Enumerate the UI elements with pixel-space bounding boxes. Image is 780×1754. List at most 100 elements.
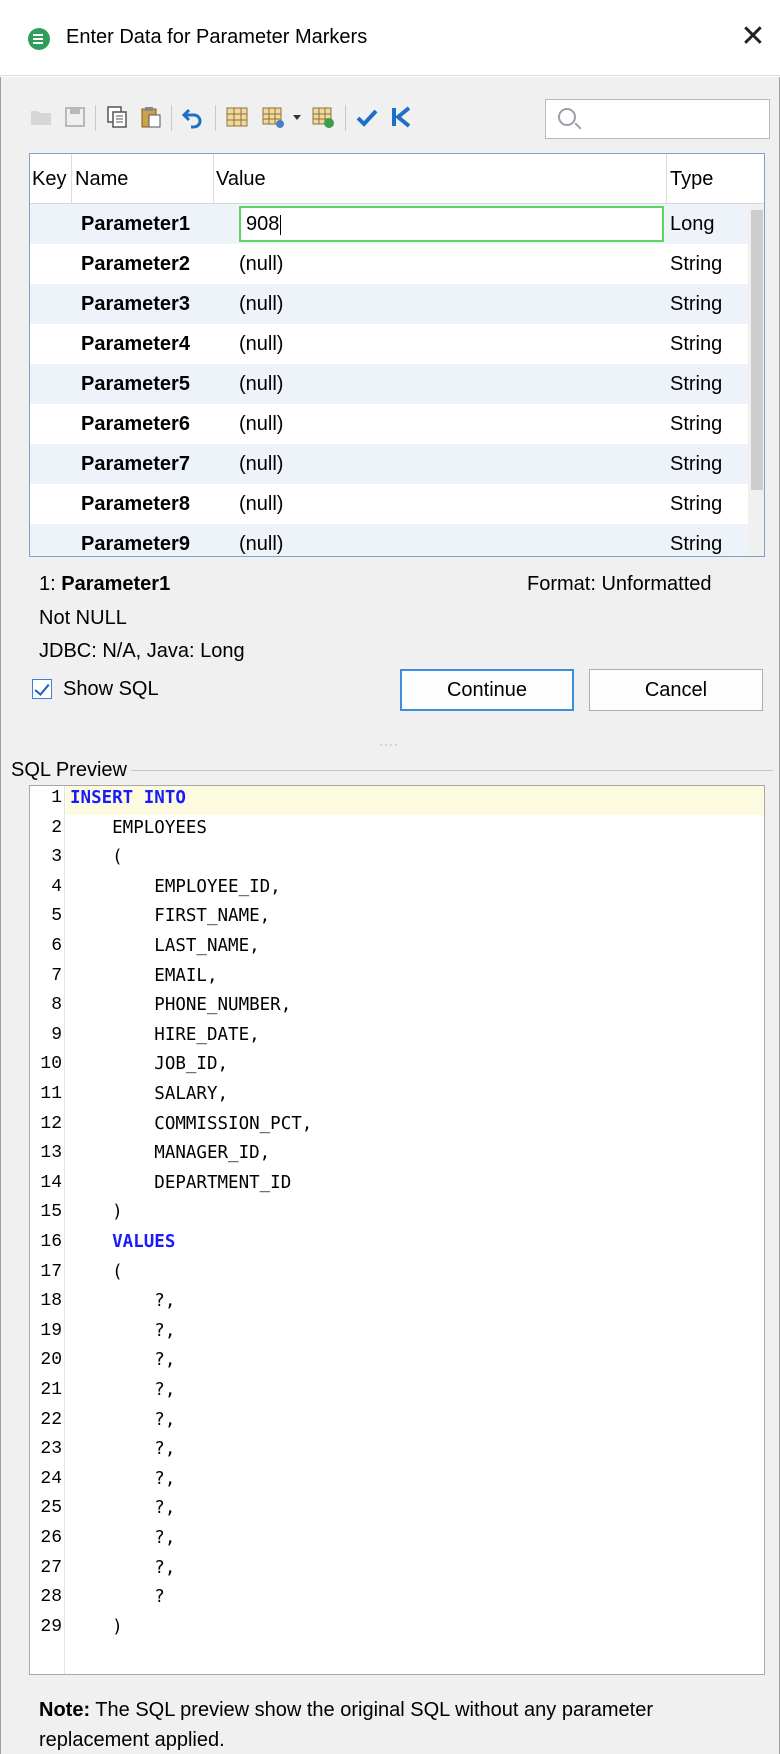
note-bold: Note:: [39, 1699, 91, 1721]
header-key[interactable]: Key: [32, 168, 66, 191]
param-type: Long: [670, 213, 715, 235]
line-number: 13: [40, 1143, 62, 1164]
param-value[interactable]: (null): [239, 493, 283, 516]
cancel-button[interactable]: Cancel: [589, 669, 763, 711]
code-line: EMPLOYEE_ID,: [70, 876, 281, 897]
value-editor[interactable]: 908: [239, 206, 664, 242]
code-line: ?,: [70, 1409, 176, 1430]
continue-button[interactable]: Continue: [400, 669, 574, 711]
param-type: String: [670, 533, 723, 555]
code-line: ?,: [70, 1468, 176, 1489]
open-folder-icon[interactable]: [29, 105, 53, 129]
param-value[interactable]: (null): [239, 333, 283, 356]
table-row[interactable]: Parameter5 (null) String: [30, 364, 748, 404]
line-number: 27: [40, 1557, 62, 1578]
close-icon[interactable]: ✕: [738, 20, 768, 54]
sql-preview-editor[interactable]: 1 INSERT INTO 2 EMPLOYEES 3 (4 EMPLOYEE_ID,…: [29, 785, 765, 1675]
table-row[interactable]: Parameter3 (null) String: [30, 284, 748, 324]
grid-check-icon[interactable]: [311, 105, 335, 129]
code-line: (: [70, 1261, 123, 1282]
param-name: Parameter8: [81, 493, 190, 515]
code-line: INSERT INTO: [70, 788, 186, 808]
show-sql-checkbox[interactable]: [32, 679, 52, 699]
note-text: Note: The SQL preview show the original …: [39, 1695, 759, 1754]
table-row[interactable]: Parameter4 (null) String: [30, 324, 748, 364]
param-name: Parameter7: [81, 453, 190, 475]
header-type[interactable]: Type: [670, 168, 713, 191]
code-line: ?,: [70, 1350, 176, 1371]
param-name: Parameter1: [81, 213, 190, 235]
text-caret: [280, 214, 282, 235]
line-number: 18: [40, 1291, 62, 1312]
code-line: ?,: [70, 1439, 176, 1460]
chevron-down-icon[interactable]: [291, 105, 303, 129]
param-name: Parameter4: [81, 333, 190, 355]
param-value[interactable]: (null): [239, 373, 283, 396]
code-line: EMPLOYEES: [70, 817, 207, 838]
header-separator: [213, 154, 214, 204]
line-number: 9: [51, 1024, 62, 1045]
param-type: String: [670, 373, 723, 395]
jdbc-type-label: JDBC: N/A, Java: Long: [39, 640, 245, 662]
code-line: JOB_ID,: [70, 1054, 229, 1075]
line-number: 6: [51, 936, 62, 956]
param-value[interactable]: (null): [239, 253, 283, 276]
show-sql-label[interactable]: Show SQL: [63, 678, 159, 701]
grid-settings-icon[interactable]: [261, 105, 285, 129]
copy-icon[interactable]: [105, 105, 129, 129]
line-number: 5: [51, 906, 62, 927]
line-number: 3: [51, 847, 62, 868]
table-row[interactable]: Parameter2 (null) String: [30, 244, 748, 284]
code-line: SALARY,: [70, 1084, 229, 1104]
line-number: 10: [40, 1054, 62, 1075]
param-value[interactable]: (null): [239, 533, 283, 556]
param-type: String: [670, 333, 723, 355]
param-name: Parameter2: [81, 253, 190, 275]
grid-icon[interactable]: [225, 105, 249, 129]
param-value[interactable]: (null): [239, 293, 283, 316]
selected-param-name: Parameter1: [61, 573, 171, 595]
header-value[interactable]: Value: [216, 168, 266, 191]
search-input[interactable]: [545, 99, 770, 139]
param-type: String: [670, 413, 723, 435]
param-type: String: [670, 493, 723, 515]
undo-icon[interactable]: [181, 105, 205, 129]
code-line: EMAIL,: [70, 965, 218, 986]
dialog-title: Enter Data for Parameter Markers: [66, 26, 368, 48]
paste-icon[interactable]: [139, 105, 163, 129]
header-separator: [666, 154, 667, 204]
parameter-grid: Key Name Value Type Parameter1 908 Long …: [29, 153, 765, 557]
line-number: 4: [51, 876, 62, 897]
line-number: 8: [51, 995, 62, 1016]
line-number: 11: [40, 1084, 62, 1104]
code-line: ?,: [70, 1320, 176, 1341]
toolbar-separator: [171, 105, 172, 131]
scrollbar-thumb[interactable]: [751, 210, 763, 490]
code-line: DEPARTMENT_ID: [70, 1172, 292, 1193]
table-row[interactable]: Parameter9 (null) String: [30, 524, 748, 556]
table-row[interactable]: Parameter7 (null) String: [30, 444, 748, 484]
param-value[interactable]: (null): [239, 453, 283, 476]
vertical-scrollbar[interactable]: [748, 204, 764, 556]
header-name[interactable]: Name: [75, 168, 128, 191]
code-line: HIRE_DATE,: [70, 1024, 260, 1045]
param-index: 1:: [39, 573, 56, 595]
param-value[interactable]: (null): [239, 413, 283, 436]
code-line: ?,: [70, 1557, 176, 1578]
line-number: 15: [40, 1202, 62, 1223]
save-icon[interactable]: [63, 105, 87, 129]
line-number: 2: [51, 817, 62, 838]
value-text: 908: [246, 213, 280, 235]
table-row[interactable]: Parameter6 (null) String: [30, 404, 748, 444]
check-icon[interactable]: [355, 105, 379, 129]
line-number: 19: [40, 1320, 62, 1341]
splitter-grip[interactable]: ····: [379, 737, 399, 751]
dialog-body: Key Name Value Type Parameter1 908 Long …: [0, 77, 780, 1754]
first-record-icon[interactable]: [389, 105, 413, 129]
param-name: Parameter6: [81, 413, 190, 435]
line-number: 29: [40, 1616, 62, 1637]
line-number: 25: [40, 1498, 62, 1519]
table-row[interactable]: Parameter8 (null) String: [30, 484, 748, 524]
table-row[interactable]: Parameter1 908 Long: [30, 204, 748, 244]
line-number: 28: [40, 1587, 62, 1608]
